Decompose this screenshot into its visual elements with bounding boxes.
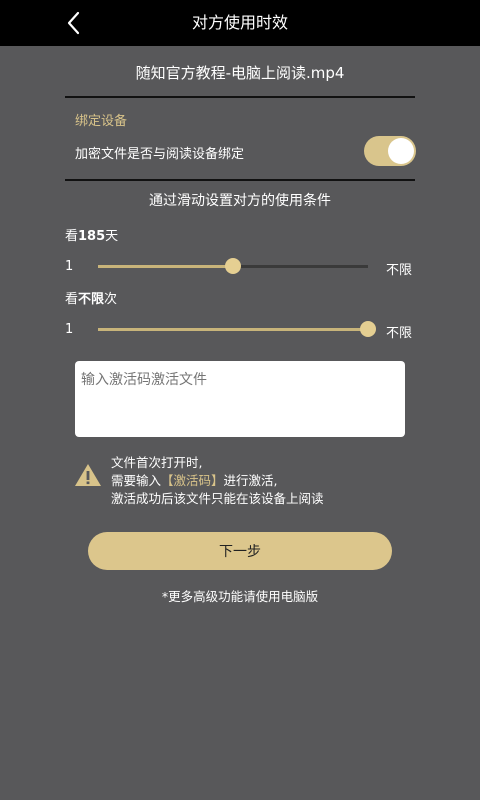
times-slider-fill [98, 328, 368, 331]
times-condition-label: 看不限次 [65, 288, 117, 307]
days-slider-fill [98, 265, 233, 268]
days-prefix: 看 [65, 229, 79, 244]
times-prefix: 看 [65, 292, 79, 307]
days-condition-label: 看185天 [65, 225, 118, 244]
warning-line-2: 需要输入【激活码】进行激活, [111, 472, 324, 490]
footer-note: *更多高级功能请使用电脑版 [161, 589, 319, 604]
divider [65, 179, 415, 181]
times-slider-thumb[interactable] [360, 321, 376, 337]
times-suffix: 次 [104, 292, 118, 307]
days-value: 185 [78, 229, 106, 244]
activation-code-highlight: 【激活码】 [161, 473, 224, 488]
file-name: 随知官方教程-电脑上阅读.mp4 [135, 64, 345, 82]
bind-device-section-label: 绑定设备 [75, 114, 128, 129]
chevron-left-icon [67, 11, 80, 35]
days-slider-thumb[interactable] [225, 258, 241, 274]
warning-line-2-prefix: 需要输入 [111, 473, 162, 488]
bind-device-label: 加密文件是否与阅读设备绑定 [75, 147, 245, 162]
bind-device-toggle[interactable] [364, 136, 416, 166]
slider-instruction: 通过滑动设置对方的使用条件 [149, 193, 331, 209]
days-slider[interactable] [98, 258, 368, 274]
toggle-knob [388, 138, 414, 164]
times-slider[interactable] [98, 321, 376, 337]
title-bar: 对方使用时效 [0, 0, 480, 46]
warning-icon [75, 464, 101, 486]
days-suffix: 天 [105, 229, 119, 244]
times-slider-min-label: 1 [65, 322, 74, 337]
back-button[interactable] [60, 8, 90, 38]
days-slider-max-label: 不限 [386, 263, 413, 278]
activation-warning-text: 文件首次打开时, 需要输入【激活码】进行激活, 激活成功后该文件只能在该设备上阅… [111, 454, 324, 508]
warning-line-2-suffix: 进行激活, [223, 473, 278, 488]
times-value: 不限 [78, 292, 105, 307]
days-slider-min-label: 1 [65, 259, 74, 274]
next-step-button[interactable]: 下一步 [88, 532, 392, 570]
warning-line-1: 文件首次打开时, [111, 455, 203, 470]
activation-code-input[interactable] [75, 361, 405, 437]
times-slider-max-label: 不限 [386, 326, 413, 341]
divider [65, 96, 415, 98]
warning-line-3: 激活成功后该文件只能在该设备上阅读 [111, 491, 324, 506]
